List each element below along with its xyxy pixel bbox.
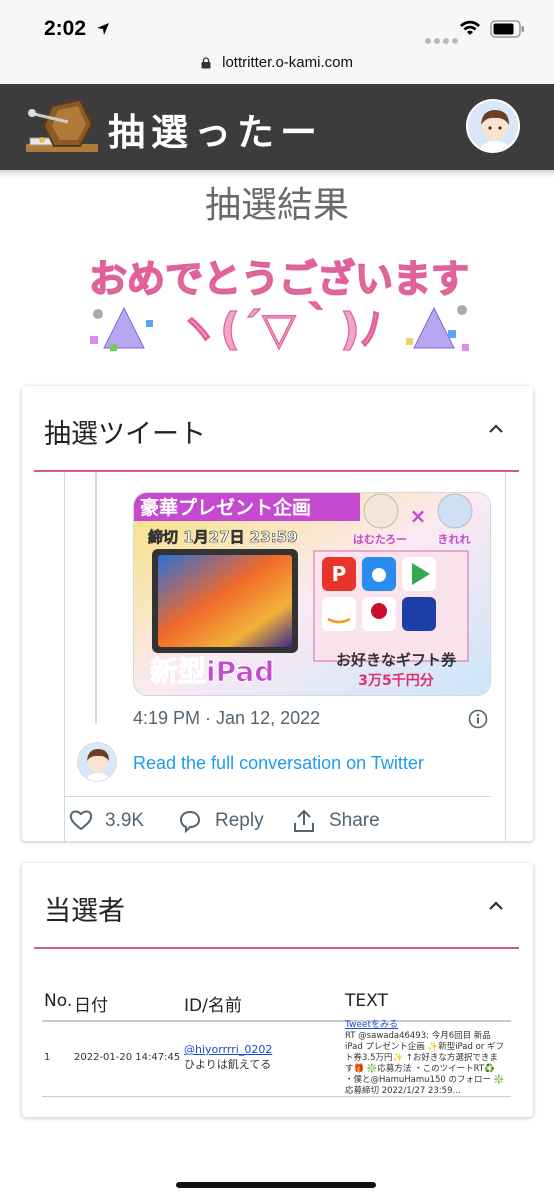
url-text: lottritter.o-kami.com bbox=[222, 54, 353, 71]
column-header-date: 日付 bbox=[74, 996, 108, 1016]
card-title: 抽選ツイート bbox=[44, 419, 206, 450]
svg-text:ヽ(´▽｀)ﾉ: ヽ(´▽｀)ﾉ bbox=[176, 301, 382, 355]
promo-amount-text: 3万5千円分 bbox=[358, 672, 433, 689]
card-divider bbox=[34, 947, 519, 949]
user-avatar-image bbox=[468, 101, 518, 151]
column-header-text: TEXT bbox=[345, 991, 388, 1011]
tweet-image[interactable]: 豪華プレゼント企画 締切 1月27日 23:59 P はむたろー × きれれ 新… bbox=[133, 492, 491, 696]
home-indicator[interactable] bbox=[176, 1182, 376, 1188]
user-avatar[interactable] bbox=[466, 99, 520, 153]
row-number: 1 bbox=[44, 1052, 51, 1063]
share-button[interactable]: Share bbox=[291, 809, 380, 832]
congrats-text: おめでとうございます bbox=[89, 257, 469, 301]
author-avatar[interactable] bbox=[77, 742, 117, 782]
chevron-up-icon[interactable] bbox=[488, 424, 504, 434]
lottery-machine-logo[interactable] bbox=[22, 94, 102, 160]
table-row-divider bbox=[42, 1096, 511, 1097]
site-brand-title[interactable]: 抽選ったー bbox=[108, 102, 323, 156]
site-header: 抽選ったー bbox=[0, 84, 554, 170]
battery-icon bbox=[490, 20, 524, 38]
heart-icon bbox=[69, 810, 93, 831]
winner-handle-link[interactable]: @hiyorrrri_0202 bbox=[184, 1043, 272, 1056]
promo-gift-text: お好きなギフト券 bbox=[336, 651, 457, 669]
lottery-tweet-card: 抽選ツイート 豪華プレゼント企画 締切 1月27日 23:59 P はむたろー … bbox=[22, 386, 533, 841]
signal-dots-icon bbox=[425, 29, 461, 48]
table-header-divider bbox=[42, 1020, 511, 1022]
thread-line bbox=[95, 472, 97, 724]
promo-image: 豪華プレゼント企画 締切 1月27日 23:59 P はむたろー × きれれ 新… bbox=[134, 493, 490, 695]
embedded-tweet[interactable]: 豪華プレゼント企画 締切 1月27日 23:59 P はむたろー × きれれ 新… bbox=[64, 472, 506, 841]
wifi-icon bbox=[460, 20, 480, 35]
read-conversation-link[interactable]: Read the full conversation on Twitter bbox=[133, 753, 424, 774]
chevron-up-icon[interactable] bbox=[488, 901, 504, 911]
tweet-divider bbox=[65, 796, 491, 797]
winners-card: 当選者 No. 日付 ID/名前 TEXT 1 2022-01-20 14:47… bbox=[22, 863, 533, 1117]
winner-name: ひよりは飢えてる bbox=[184, 1058, 272, 1071]
reply-icon bbox=[179, 810, 201, 833]
info-icon[interactable] bbox=[468, 709, 488, 729]
like-count: 3.9K bbox=[105, 810, 145, 831]
svg-text:P: P bbox=[332, 562, 347, 586]
status-bar: 2:02 bbox=[0, 0, 554, 56]
location-arrow-icon bbox=[97, 23, 109, 35]
promo-deadline-text: 締切 1月27日 23:59 bbox=[148, 528, 298, 546]
promo-times-text: × bbox=[410, 504, 427, 528]
page-title: 抽選結果 bbox=[204, 185, 349, 226]
column-header-no: No. bbox=[44, 991, 73, 1011]
winner-tweet-text: RT @sawada46493: 今月6回目 新品iPad プレゼント企画 ✨新… bbox=[345, 1031, 505, 1096]
promo-product-text: 新型iPad bbox=[150, 655, 274, 688]
reply-label: Reply bbox=[215, 810, 264, 831]
status-time: 2:02 bbox=[44, 17, 87, 40]
row-date: 2022-01-20 14:47:45 bbox=[74, 1052, 181, 1063]
tweet-timestamp[interactable]: 4:19 PM · Jan 12, 2022 bbox=[133, 708, 320, 729]
address-bar[interactable]: lottritter.o-kami.com bbox=[0, 52, 554, 84]
column-header-id: ID/名前 bbox=[184, 996, 242, 1016]
congratulations-banner: おめでとうございます ヽ(´▽｀)ﾉ bbox=[88, 256, 470, 355]
promo-banner-text: 豪華プレゼント企画 bbox=[140, 496, 311, 519]
share-icon bbox=[294, 809, 314, 832]
author-avatar-image bbox=[78, 743, 116, 781]
lock-icon bbox=[201, 56, 211, 68]
like-button[interactable]: 3.9K bbox=[65, 810, 144, 832]
share-label: Share bbox=[329, 810, 380, 831]
reply-button[interactable]: Reply bbox=[177, 810, 264, 833]
card-title: 当選者 bbox=[44, 896, 125, 927]
promo-host1-text: はむたろー bbox=[353, 533, 407, 546]
promo-host2-text: きれれ bbox=[438, 533, 471, 546]
